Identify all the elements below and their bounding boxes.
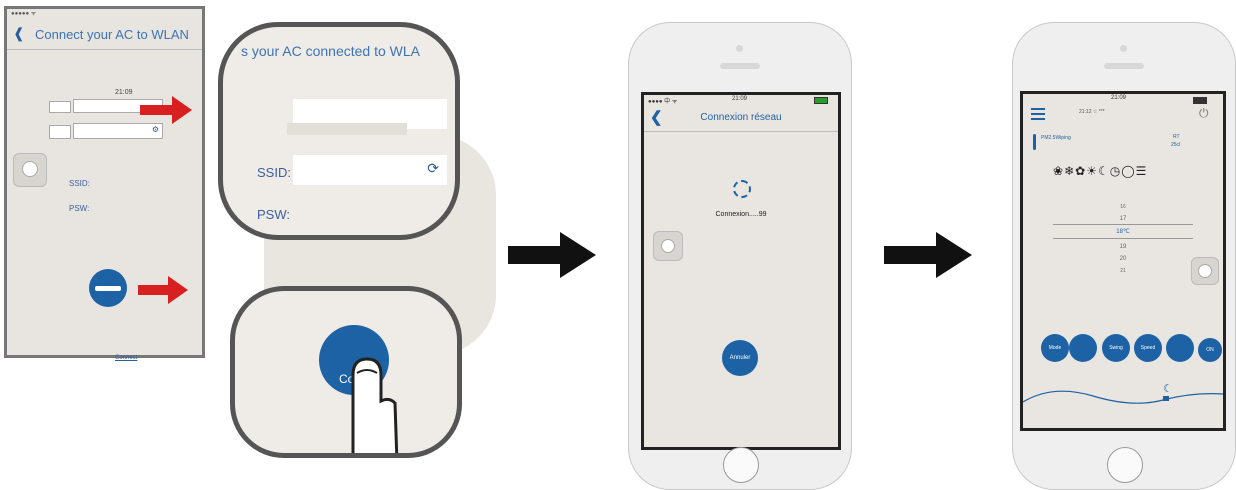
connecting-status: Connexion.....99 [715, 211, 767, 218]
timer-icon[interactable]: ◷ [1110, 164, 1121, 178]
psw-prefix-box [49, 125, 71, 139]
connect-wlan-screen: ●●●●● ᯤ ❰ Connect your AC to WLAN 21:09 … [4, 6, 205, 358]
assistive-touch-icon [1198, 264, 1212, 278]
assistive-touch-button[interactable] [1191, 257, 1219, 285]
battery-icon [814, 97, 828, 104]
swing-button[interactable]: Swing [1102, 334, 1130, 362]
carrier-label: ●●●● 中 ᯤ [648, 99, 678, 105]
zoom-connect-tap: Co [230, 286, 462, 458]
eco-icon[interactable]: ◯ [1121, 164, 1135, 178]
home-button[interactable] [723, 447, 759, 483]
temp-item: 20 [1119, 256, 1127, 262]
temp-divider [1053, 224, 1193, 225]
connect-caption: Connect [115, 355, 138, 361]
temp-item: 16 [1120, 204, 1126, 210]
red-arrow-1 [140, 96, 192, 124]
black-arrow-2 [884, 232, 972, 278]
status-bar: ●●●●● ᯤ [11, 11, 37, 17]
sleep-icon[interactable]: ☾ [1098, 164, 1110, 178]
cancel-label: Annuler [729, 355, 751, 361]
rt-label: RT [1173, 134, 1180, 140]
red-arrow-2 [138, 276, 188, 304]
speaker [1104, 63, 1144, 69]
connect-button[interactable] [89, 269, 127, 307]
speed-button[interactable]: Speed [1134, 334, 1162, 362]
back-chevron-icon[interactable]: ❰ [13, 25, 25, 42]
loading-spinner-icon [733, 180, 751, 198]
minus-icon [95, 285, 121, 291]
black-arrow-1 [508, 232, 596, 278]
on-button[interactable]: ON [1198, 338, 1222, 362]
zoom-ssid-label: SSID: [257, 165, 291, 180]
control-button-2[interactable] [1069, 334, 1097, 362]
zoom-ssid-field[interactable]: ⟳ [293, 155, 447, 185]
zoom-wlan-fields: s your AC connected to WLA SSID: ⟳ PSW: [218, 22, 460, 240]
control-button-5[interactable] [1166, 334, 1194, 362]
ac-control-screen: 21:09 21:12 ☆ *** ⏻ PM2.5Wiping RT 25cl … [1020, 91, 1226, 431]
zoom-psw-label: PSW: [257, 207, 290, 222]
time-label: 21:09 [115, 89, 133, 96]
battery-icon [1193, 97, 1207, 104]
phone-connecting: ●●●● 中 ᯤ 21:09 ❮ Connexion réseau Connex… [628, 22, 852, 490]
assistive-touch-icon [661, 239, 675, 253]
temp-item: 17 [1119, 216, 1127, 222]
menu-icon[interactable] [1031, 108, 1045, 120]
connecting-screen: ●●●● 中 ᯤ 21:09 ❮ Connexion réseau Connex… [641, 92, 841, 450]
temp-divider [1053, 238, 1193, 239]
signal-icon[interactable]: ☰ [1136, 164, 1148, 178]
status-time: 21:09 [732, 96, 748, 102]
front-camera [1120, 45, 1127, 52]
mode-button[interactable]: Mode [1041, 334, 1069, 362]
swing-label: Swing [1109, 345, 1123, 351]
zoom-refresh-icon[interactable]: ⟳ [427, 160, 439, 177]
sleep-moon-icon[interactable]: ☾ [1163, 382, 1173, 395]
rt-value: 25cl [1171, 142, 1181, 148]
function-icons-row: ❀❄✿☀☾◷◯☰ [1053, 164, 1203, 178]
fan-icon[interactable]: ❀ [1053, 164, 1064, 178]
page-title: Connexion réseau [700, 112, 782, 123]
home-button[interactable] [1107, 447, 1143, 483]
assistive-touch-button[interactable] [653, 231, 683, 261]
psw-label: PSW: [69, 204, 90, 213]
on-label: ON [1206, 347, 1214, 353]
speaker [720, 63, 760, 69]
power-icon[interactable]: ⏻ [1199, 106, 1209, 121]
page-title: Connect your AC to WLAN [35, 27, 189, 42]
ssid-label: SSID: [69, 179, 90, 188]
ssid-prefix-box [49, 101, 71, 113]
temp-item: 19 [1119, 244, 1127, 250]
finger-tap-icon [351, 357, 399, 453]
status-time: 21:09 [1111, 95, 1127, 101]
dry-icon[interactable]: ✿ [1075, 164, 1086, 178]
speed-label: Speed [1140, 345, 1156, 351]
mode-label: Mode [1048, 345, 1062, 351]
refresh-icon[interactable]: ⚙ [152, 125, 159, 134]
ssid-field[interactable]: ⚙ [73, 123, 163, 139]
pm-label: PM2.5Wiping [1041, 135, 1071, 141]
phone-ac-control: 21:09 21:12 ☆ *** ⏻ PM2.5Wiping RT 25cl … [1012, 22, 1236, 490]
thermometer-icon [1033, 134, 1036, 150]
assistive-touch-icon [22, 161, 38, 177]
front-camera [736, 45, 743, 52]
temp-item: 21 [1120, 268, 1126, 274]
cancel-button[interactable]: Annuler [722, 340, 758, 376]
nav-bar: ❰ Connect your AC to WLAN [7, 19, 202, 50]
wave-decoration [1023, 390, 1223, 404]
assistive-touch-button[interactable] [13, 153, 47, 187]
header-small: 21:12 ☆ *** [1079, 109, 1105, 115]
nav-bar: ❮ Connexion réseau [644, 105, 838, 132]
temperature-picker[interactable]: 16 17 18℃ 19 20 21 [1053, 204, 1193, 280]
snow-icon[interactable]: ❄ [1064, 164, 1075, 178]
zoom-heading: s your AC connected to WLA [241, 43, 420, 59]
temp-selected: 18℃ [1116, 229, 1130, 235]
heat-icon[interactable]: ☀ [1086, 164, 1098, 178]
zoom-field-shadow [287, 123, 407, 135]
